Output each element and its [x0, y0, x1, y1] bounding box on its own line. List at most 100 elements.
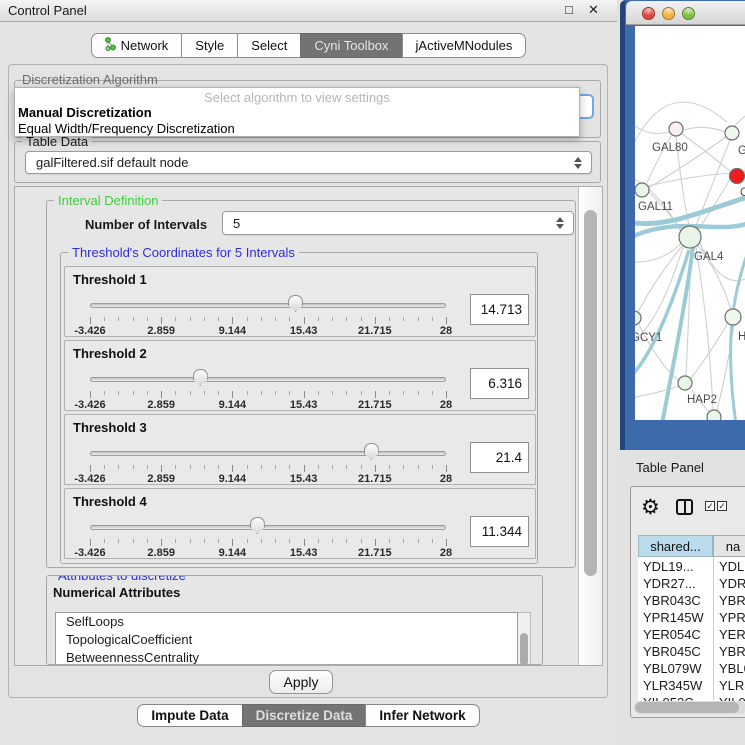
table-row[interactable]: YBL079WYBL0: [638, 660, 745, 677]
threshold-value-field[interactable]: 14.713: [470, 294, 529, 325]
table-horizontal-scrollbar[interactable]: [634, 701, 745, 714]
bottom-tab-infer-network[interactable]: Infer Network: [365, 704, 479, 727]
table-cell: YBR043C: [643, 592, 711, 609]
attribute-item-betweennesscentrality[interactable]: BetweennessCentrality: [56, 649, 517, 665]
slider-tick: [161, 539, 162, 546]
vertical-scrollbar[interactable]: [578, 187, 602, 665]
slider-tick: [175, 391, 176, 395]
slider-track[interactable]: [90, 303, 446, 308]
table-row[interactable]: YER054CYER0: [638, 626, 745, 643]
tab-select[interactable]: Select: [237, 33, 301, 58]
table-cell: YLR3: [719, 677, 745, 694]
table-data-combobox[interactable]: galFiltered.sif default node: [25, 151, 592, 174]
threshold-value-field[interactable]: 21.4: [470, 442, 529, 473]
table-row[interactable]: YLR345WYLR3: [638, 677, 745, 694]
checkbox-icon[interactable]: ✓: [705, 501, 715, 511]
table-row[interactable]: YDL19...YDL1: [638, 558, 745, 575]
attributes-list-scrollbar-thumb[interactable]: [520, 633, 528, 665]
table-cell: YBR0: [719, 592, 745, 609]
slider-tick: [346, 539, 347, 543]
slider-tick-label: 21.715: [358, 547, 392, 559]
network-node[interactable]: [725, 309, 741, 325]
slider-track[interactable]: [90, 451, 446, 456]
attributes-list-scrollbar[interactable]: [518, 612, 531, 665]
table-data-group: Table Data galFiltered.sif default node: [14, 141, 601, 183]
network-edge: [683, 127, 725, 132]
minimize-traffic-light[interactable]: [662, 7, 675, 20]
network-canvas[interactable]: GAL80GCGAL11GAL4GCY1HHAP2: [635, 26, 745, 420]
close-traffic-light[interactable]: [642, 7, 655, 20]
network-node[interactable]: [679, 226, 701, 248]
slider-tick: [446, 391, 447, 398]
float-window-icon[interactable]: □: [565, 2, 573, 17]
slider-tick: [204, 391, 205, 395]
table-row[interactable]: YIL052CYIL0: [638, 694, 745, 701]
slider-tick: [261, 539, 262, 543]
network-node[interactable]: [678, 376, 692, 390]
slider-thumb[interactable]: [250, 517, 265, 534]
table-column-header-2[interactable]: na: [713, 535, 745, 557]
column-layout-icon[interactable]: [676, 499, 693, 515]
slider-tick: [332, 317, 333, 321]
slider-thumb[interactable]: [364, 443, 379, 460]
numerical-attributes-list[interactable]: SelfLoopsTopologicalCoefficientBetweenne…: [55, 612, 518, 665]
network-edge: [696, 248, 713, 409]
network-node[interactable]: [669, 122, 683, 136]
bottom-tab-impute-data[interactable]: Impute Data: [137, 704, 242, 727]
network-node[interactable]: [725, 126, 739, 140]
slider-track[interactable]: [90, 525, 446, 530]
algorithm-dropdown-popup: Select algorithm to view settings Manual…: [14, 87, 580, 137]
dropdown-item-equal-width[interactable]: Equal Width/Frequency Discretization: [18, 121, 235, 136]
slider-tick: [418, 391, 419, 395]
checkbox-icon[interactable]: ✓: [717, 501, 727, 511]
network-node[interactable]: [730, 169, 745, 184]
attribute-item-selfloops[interactable]: SelfLoops: [56, 613, 517, 631]
slider-tick-label: 9.144: [219, 473, 247, 485]
network-node[interactable]: [707, 410, 721, 420]
attribute-item-topologicalcoefficient[interactable]: TopologicalCoefficient: [56, 631, 517, 649]
gear-icon[interactable]: ⚙: [641, 495, 660, 521]
tab-style[interactable]: Style: [181, 33, 238, 58]
table-row[interactable]: YBR045CYBR0: [638, 643, 745, 660]
threshold-row-4: Threshold 4-3.4262.8599.14415.4321.71528…: [64, 488, 536, 559]
network-node-label: HAP2: [687, 394, 717, 406]
num-intervals-combobox[interactable]: 5: [222, 211, 574, 235]
slider-tick: [289, 539, 290, 543]
tab-jactivemnodules[interactable]: jActiveMNodules: [402, 33, 527, 58]
algorithm-group-title: Discretization Algorithm: [22, 72, 158, 87]
table-cell: YDR27...: [643, 575, 711, 592]
node-table: shared...naYDL19...YDL1YDR27...YDR2YBR04…: [638, 535, 745, 701]
tab-cyni-toolbox[interactable]: Cyni Toolbox: [300, 33, 402, 58]
table-horizontal-scrollbar-thumb[interactable]: [635, 702, 739, 713]
vertical-scrollbar-thumb[interactable]: [584, 210, 597, 576]
slider-tick: [90, 317, 91, 324]
table-row[interactable]: YPR145WYPR1: [638, 609, 745, 626]
slider-tick: [161, 391, 162, 398]
dropdown-item-manual-discretization[interactable]: Manual Discretization: [18, 105, 152, 120]
zoom-traffic-light[interactable]: [682, 7, 695, 20]
bottom-tab-discretize-data[interactable]: Discretize Data: [242, 704, 367, 727]
table-column-header-1[interactable]: shared...: [638, 535, 713, 557]
table-row[interactable]: YBR043C YBR0: [638, 592, 745, 609]
apply-button[interactable]: Apply: [269, 670, 333, 694]
slider-tick: [147, 539, 148, 543]
threshold-value-field[interactable]: 6.316: [470, 368, 529, 399]
tab-network[interactable]: Network: [91, 33, 183, 58]
close-icon[interactable]: ✕: [588, 2, 599, 18]
table-row[interactable]: YDR27...YDR2: [638, 575, 745, 592]
slider-tick-label: -3.426: [74, 547, 105, 559]
slider-thumb[interactable]: [288, 295, 303, 312]
threshold-value-field[interactable]: 11.344: [470, 516, 529, 547]
slider-tick: [133, 317, 134, 321]
network-node[interactable]: [635, 183, 649, 197]
slider-track[interactable]: [90, 377, 446, 382]
slider-thumb[interactable]: [193, 369, 208, 386]
slider-tick: [332, 465, 333, 469]
slider-tick-label: 15.43: [290, 399, 318, 411]
control-panel-titlebar: Control Panel □ ✕: [0, 0, 617, 22]
slider-tick: [147, 465, 148, 469]
slider-tick-label: 15.43: [290, 325, 318, 337]
dropdown-prompt: Select algorithm to view settings: [15, 90, 579, 105]
network-node[interactable]: [635, 311, 641, 325]
slider-tick: [389, 317, 390, 321]
